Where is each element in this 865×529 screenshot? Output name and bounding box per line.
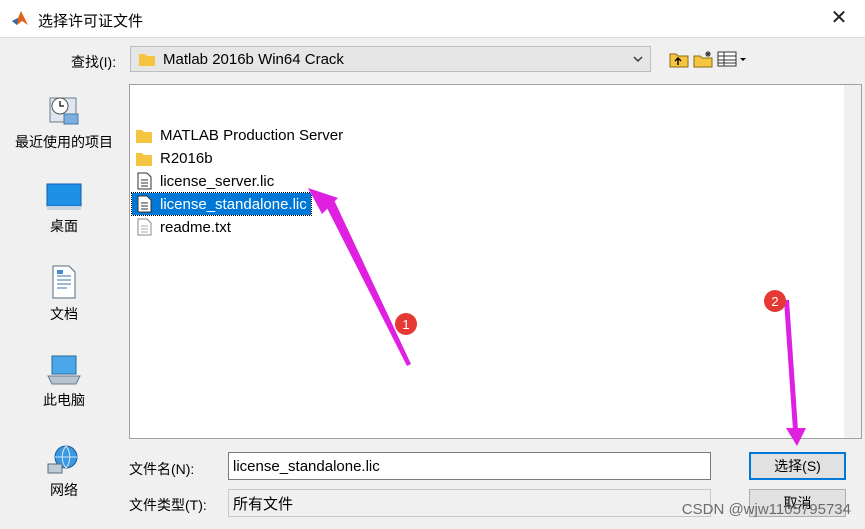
title-bar: 选择许可证文件 ✕	[0, 0, 865, 37]
filename-field[interactable]: license_standalone.lic	[228, 452, 711, 480]
place-label: 文档	[50, 306, 78, 322]
file-icon	[137, 172, 152, 190]
place-desktop[interactable]: 桌面	[8, 182, 120, 236]
filename-label: 文件名(N):	[129, 461, 195, 477]
recent-places-icon	[49, 97, 79, 125]
file-name: license_server.lic	[160, 172, 275, 190]
close-button[interactable]: ✕	[825, 4, 853, 32]
place-label: 此电脑	[43, 392, 85, 408]
list-item[interactable]: MATLAB Production Server	[132, 124, 347, 146]
file-name: readme.txt	[160, 218, 231, 236]
network-icon	[47, 445, 78, 474]
folder-icon	[139, 54, 155, 66]
this-pc-icon	[47, 355, 81, 385]
place-label: 桌面	[50, 218, 78, 234]
folder-icon	[136, 153, 152, 166]
place-label: 网络	[50, 482, 78, 498]
place-network[interactable]: 网络	[8, 444, 120, 500]
vertical-scrollbar[interactable]	[844, 85, 861, 438]
place-label: 最近使用的项目	[15, 134, 113, 150]
filetype-label: 文件类型(T):	[129, 497, 207, 513]
documents-icon	[52, 265, 76, 299]
file-name: license_standalone.lic	[160, 195, 307, 213]
list-item[interactable]: license_server.lic	[132, 170, 278, 192]
folder-icon	[136, 130, 152, 143]
file-name: R2016b	[160, 149, 213, 167]
new-folder-icon[interactable]	[693, 50, 713, 68]
file-icon	[137, 195, 152, 213]
desktop-icon	[46, 183, 82, 210]
lookin-dropdown[interactable]: Matlab 2016b Win64 Crack	[130, 46, 651, 72]
up-folder-icon[interactable]	[669, 50, 689, 68]
place-documents[interactable]: 文档	[8, 264, 120, 324]
file-name: MATLAB Production Server	[160, 126, 344, 144]
place-this-pc[interactable]: 此电脑	[8, 354, 120, 410]
matlab-icon	[12, 11, 28, 25]
file-list[interactable]: MATLAB Production Server R2016b license_…	[129, 84, 862, 439]
places-bar: 最近使用的项目 桌面 文档 此电脑 网络	[8, 84, 120, 524]
select-button[interactable]: 选择(S)	[749, 452, 846, 480]
filetype-dropdown[interactable]: 所有文件	[228, 489, 711, 517]
text-file-icon	[137, 218, 152, 236]
place-recent[interactable]: 最近使用的项目	[8, 92, 120, 152]
list-item-selected[interactable]: license_standalone.lic	[131, 192, 312, 216]
window-title: 选择许可证文件	[38, 13, 144, 30]
dialog-body: 查找(I): Matlab 2016b Win64 Crack 最近使用的项目 …	[0, 37, 865, 529]
watermark: CSDN @wjw1105795734	[681, 501, 851, 518]
view-menu-icon[interactable]	[717, 50, 747, 68]
chevron-down-icon	[632, 50, 644, 71]
list-item[interactable]: R2016b	[132, 147, 217, 169]
lookin-label: 查找(I):	[71, 54, 117, 70]
lookin-value: Matlab 2016b Win64 Crack	[163, 50, 344, 68]
list-item[interactable]: readme.txt	[132, 216, 235, 238]
